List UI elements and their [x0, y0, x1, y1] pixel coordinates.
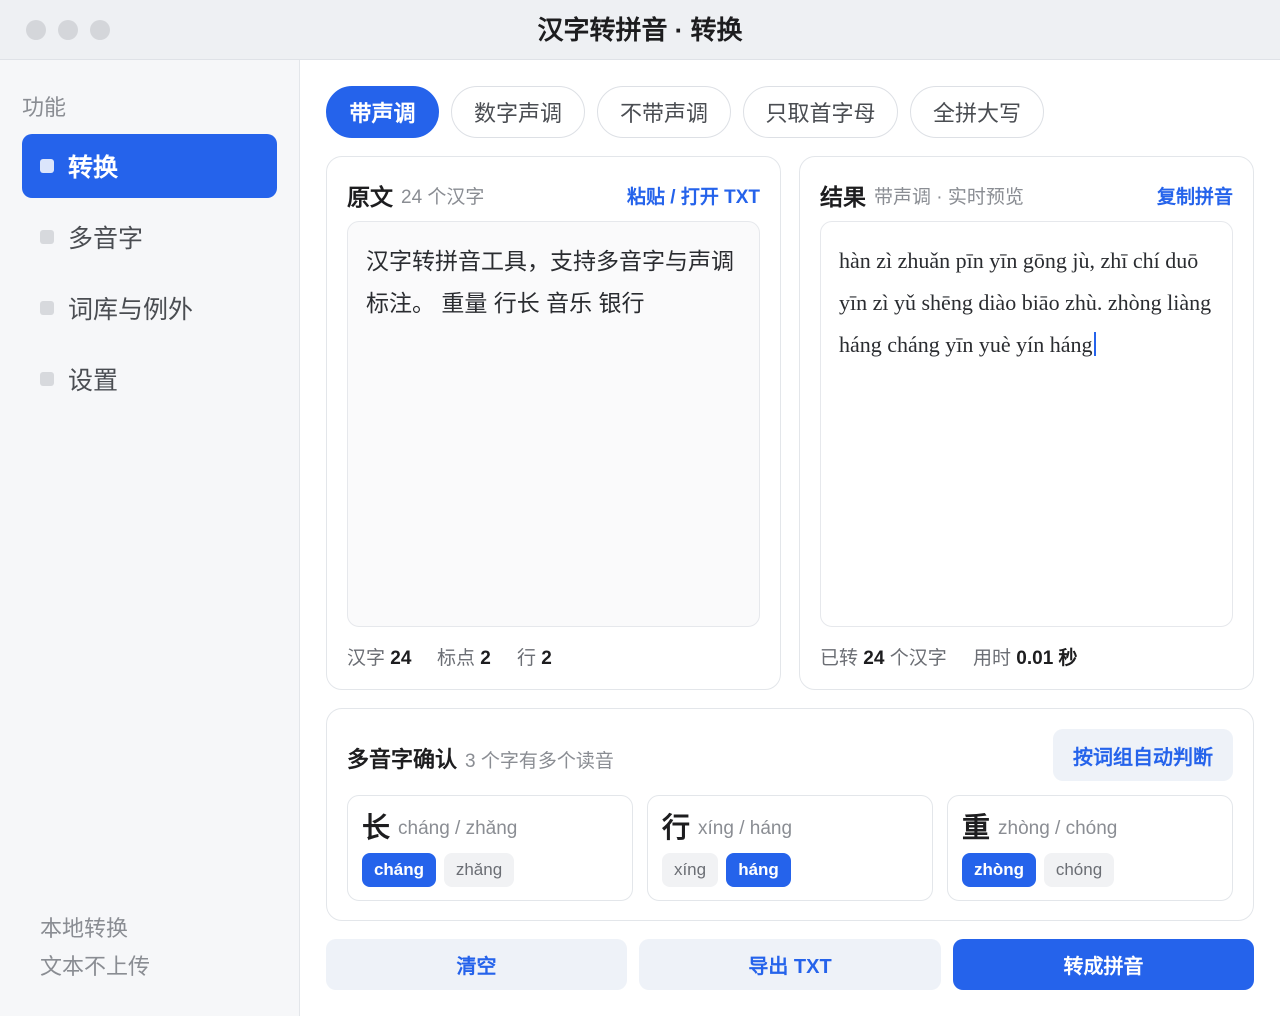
sidebar-item-convert[interactable]: 转换: [22, 134, 277, 198]
stat-time-value: 0.01 秒: [1016, 648, 1078, 669]
polyphone-readings: zhòng / chóng: [998, 818, 1118, 839]
tab-numeric-tones[interactable]: 数字声调: [451, 86, 585, 138]
sidebar-footer-local: 本地转换: [40, 916, 129, 941]
polyphone-subtitle: 3 个字有多个读音: [465, 751, 614, 772]
title-bar: 汉字转拼音 · 转换: [0, 0, 1280, 60]
paste-open-txt-link[interactable]: 粘贴 / 打开 TXT: [627, 182, 760, 209]
result-text: hàn zì zhuǎn pīn yīn gōng jù, zhī chí du…: [839, 248, 1212, 357]
polyphone-readings: xíng / háng: [698, 818, 793, 839]
nav-bullet-icon: [40, 159, 54, 173]
nav-bullet-icon: [40, 230, 54, 244]
tab-uppercase[interactable]: 全拼大写: [910, 86, 1044, 138]
reading-option-chong[interactable]: chóng: [1044, 853, 1114, 887]
polyphone-char: 长: [362, 812, 391, 843]
stat-chars: 汉字 24: [347, 643, 411, 670]
stat-chars-label: 汉字: [347, 648, 386, 669]
sidebar-item-label: 设置: [68, 367, 119, 395]
nav-bullet-icon: [40, 301, 54, 315]
sidebar-section-label: 功能: [22, 95, 67, 120]
source-char-count: 24 个汉字: [401, 187, 485, 208]
nav-bullet-icon: [40, 372, 54, 386]
tab-initials-only[interactable]: 只取首字母: [743, 86, 898, 138]
polyphone-card: 多音字确认 3 个字有多个读音 按词组自动判断 长 cháng / zhǎng …: [326, 708, 1254, 921]
stat-converted-suffix: 个汉字: [889, 648, 947, 669]
polyphone-item-hang: 行 xíng / háng xíng háng: [647, 795, 933, 901]
sidebar-item-polyphone[interactable]: 多音字: [22, 205, 277, 269]
source-card: 原文 24 个汉字 粘贴 / 打开 TXT 汉字转拼音工具，支持多音字与声调标注…: [326, 156, 781, 690]
stat-punct-label: 标点: [437, 648, 476, 669]
sidebar-item-dictionary[interactable]: 词库与例外: [22, 276, 277, 340]
stat-chars-value: 24: [390, 648, 412, 669]
result-title: 结果: [820, 184, 866, 210]
copy-pinyin-link[interactable]: 复制拼音: [1157, 182, 1233, 209]
export-txt-button[interactable]: 导出 TXT: [639, 939, 941, 990]
stat-punctuation: 标点 2: [437, 643, 491, 670]
polyphone-item-chang: 长 cháng / zhǎng cháng zhǎng: [347, 795, 633, 901]
reading-option-zhong[interactable]: zhòng: [962, 853, 1036, 887]
window-title: 汉字转拼音 · 转换: [537, 15, 743, 45]
stat-time-label: 用时: [973, 648, 1012, 669]
result-card: 结果 带声调 · 实时预览 复制拼音 hàn zì zhuǎn pīn yīn …: [799, 156, 1254, 690]
stat-lines-label: 行: [517, 648, 537, 669]
result-mode-label: 带声调 · 实时预览: [874, 187, 1024, 208]
polyphone-readings: cháng / zhǎng: [398, 818, 518, 839]
stat-converted-prefix: 已转: [820, 648, 859, 669]
sidebar-footer-privacy: 文本不上传: [40, 954, 151, 979]
tab-with-tones[interactable]: 带声调: [326, 86, 439, 138]
sidebar-item-label: 多音字: [68, 225, 144, 253]
stat-lines: 行 2: [517, 643, 552, 670]
stat-converted-value: 24: [863, 648, 885, 669]
reading-option-zhang[interactable]: zhǎng: [444, 853, 514, 887]
source-text-area[interactable]: 汉字转拼音工具，支持多音字与声调标注。 重量 行长 音乐 银行: [347, 221, 760, 627]
reading-option-xing[interactable]: xíng: [662, 853, 718, 887]
source-title: 原文: [347, 184, 393, 210]
sidebar: 功能 转换 多音字 词库与例外 设置 本地转换 文本不上传: [0, 60, 300, 1016]
polyphone-char: 重: [962, 812, 991, 843]
reading-option-chang[interactable]: cháng: [362, 853, 436, 887]
text-cursor: [1093, 332, 1096, 356]
reading-option-hang[interactable]: háng: [726, 853, 791, 887]
convert-button[interactable]: 转成拼音: [953, 939, 1254, 990]
sidebar-item-label: 转换: [68, 154, 119, 182]
polyphone-char: 行: [662, 812, 691, 843]
sidebar-item-label: 词库与例外: [68, 296, 194, 324]
tab-no-tones[interactable]: 不带声调: [597, 86, 731, 138]
stat-punct-value: 2: [480, 648, 491, 669]
clear-button[interactable]: 清空: [326, 939, 627, 990]
stat-lines-value: 2: [541, 648, 552, 669]
stat-time: 用时 0.01 秒: [973, 643, 1078, 670]
sidebar-item-settings[interactable]: 设置: [22, 347, 277, 411]
stat-converted: 已转 24 个汉字: [820, 643, 947, 670]
polyphone-item-zhong: 重 zhòng / chóng zhòng chóng: [947, 795, 1233, 901]
result-text-area[interactable]: hàn zì zhuǎn pīn yīn gōng jù, zhī chí du…: [820, 221, 1233, 627]
auto-detect-button[interactable]: 按词组自动判断: [1053, 729, 1233, 781]
polyphone-title: 多音字确认: [347, 747, 458, 772]
